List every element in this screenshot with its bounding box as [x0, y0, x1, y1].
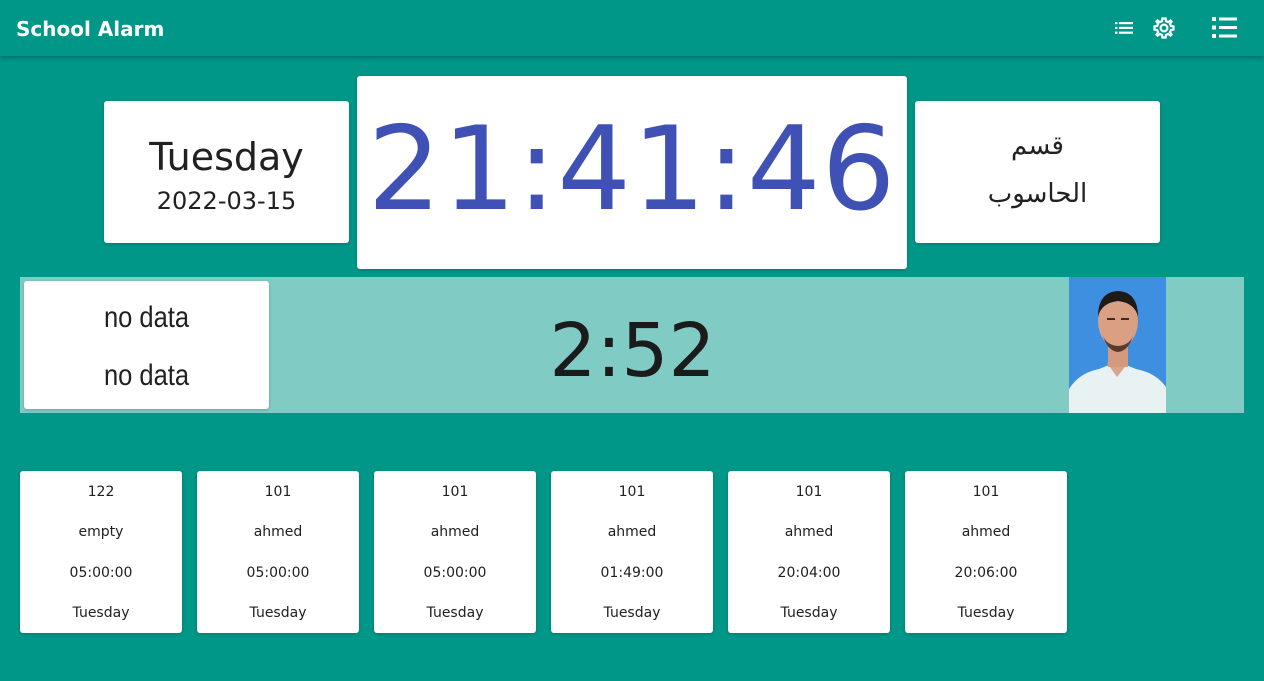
schedule-card[interactable]: 101 ahmed 01:49:00 Tuesday [551, 471, 713, 633]
day-name: Tuesday [149, 135, 304, 179]
date-card: Tuesday 2022-03-15 [104, 101, 349, 243]
current-info-line-1: no data [103, 301, 190, 334]
schedule-number: 101 [441, 484, 469, 500]
schedule-day: Tuesday [780, 605, 838, 621]
schedule-number: 122 [87, 484, 115, 500]
schedule-card[interactable]: 101 ahmed 05:00:00 Tuesday [197, 471, 359, 633]
schedule-card[interactable]: 101 ahmed 20:04:00 Tuesday [728, 471, 890, 633]
schedule-number: 101 [618, 484, 646, 500]
clock-card: 21:41:46 [357, 76, 907, 269]
schedule-name: ahmed [430, 524, 480, 540]
gear-icon[interactable] [1152, 16, 1176, 40]
schedule-time: 20:06:00 [954, 565, 1018, 581]
current-info-card: no data no data [24, 281, 269, 409]
schedule-name: empty [78, 524, 124, 540]
schedule-day: Tuesday [426, 605, 484, 621]
schedule-day: Tuesday [72, 605, 130, 621]
department-line-1: قسم [1011, 131, 1064, 161]
schedule-name: ahmed [253, 524, 303, 540]
schedule-number: 101 [795, 484, 823, 500]
department-line-2: الحاسوب [987, 179, 1088, 209]
schedule-time: 20:04:00 [777, 565, 841, 581]
list-icon[interactable] [1115, 22, 1133, 34]
schedule-number: 101 [972, 484, 1000, 500]
app-bar: School Alarm [0, 0, 1264, 56]
app-title: School Alarm [16, 17, 165, 41]
current-info-line-2: no data [103, 359, 190, 392]
schedule-card[interactable]: 101 ahmed 20:06:00 Tuesday [905, 471, 1067, 633]
schedule-time: 05:00:00 [246, 565, 310, 581]
teacher-photo [1069, 277, 1166, 413]
schedule-number: 101 [264, 484, 292, 500]
schedule-name: ahmed [784, 524, 834, 540]
clock-time: 21:41:46 [367, 102, 897, 237]
schedule-card[interactable]: 122 empty 05:00:00 Tuesday [20, 471, 182, 633]
schedule-card[interactable]: 101 ahmed 05:00:00 Tuesday [374, 471, 536, 633]
menu-list-icon[interactable] [1212, 17, 1237, 38]
department-card: قسم الحاسوب [915, 101, 1160, 243]
schedule-day: Tuesday [957, 605, 1015, 621]
schedule-time: 01:49:00 [600, 565, 664, 581]
schedule-day: Tuesday [249, 605, 307, 621]
schedule-name: ahmed [607, 524, 657, 540]
schedule-time: 05:00:00 [423, 565, 487, 581]
countdown-timer: 2:52 [549, 308, 716, 394]
schedule-time: 05:00:00 [69, 565, 133, 581]
schedule-day: Tuesday [603, 605, 661, 621]
schedule-name: ahmed [961, 524, 1011, 540]
date-value: 2022-03-15 [156, 187, 297, 215]
